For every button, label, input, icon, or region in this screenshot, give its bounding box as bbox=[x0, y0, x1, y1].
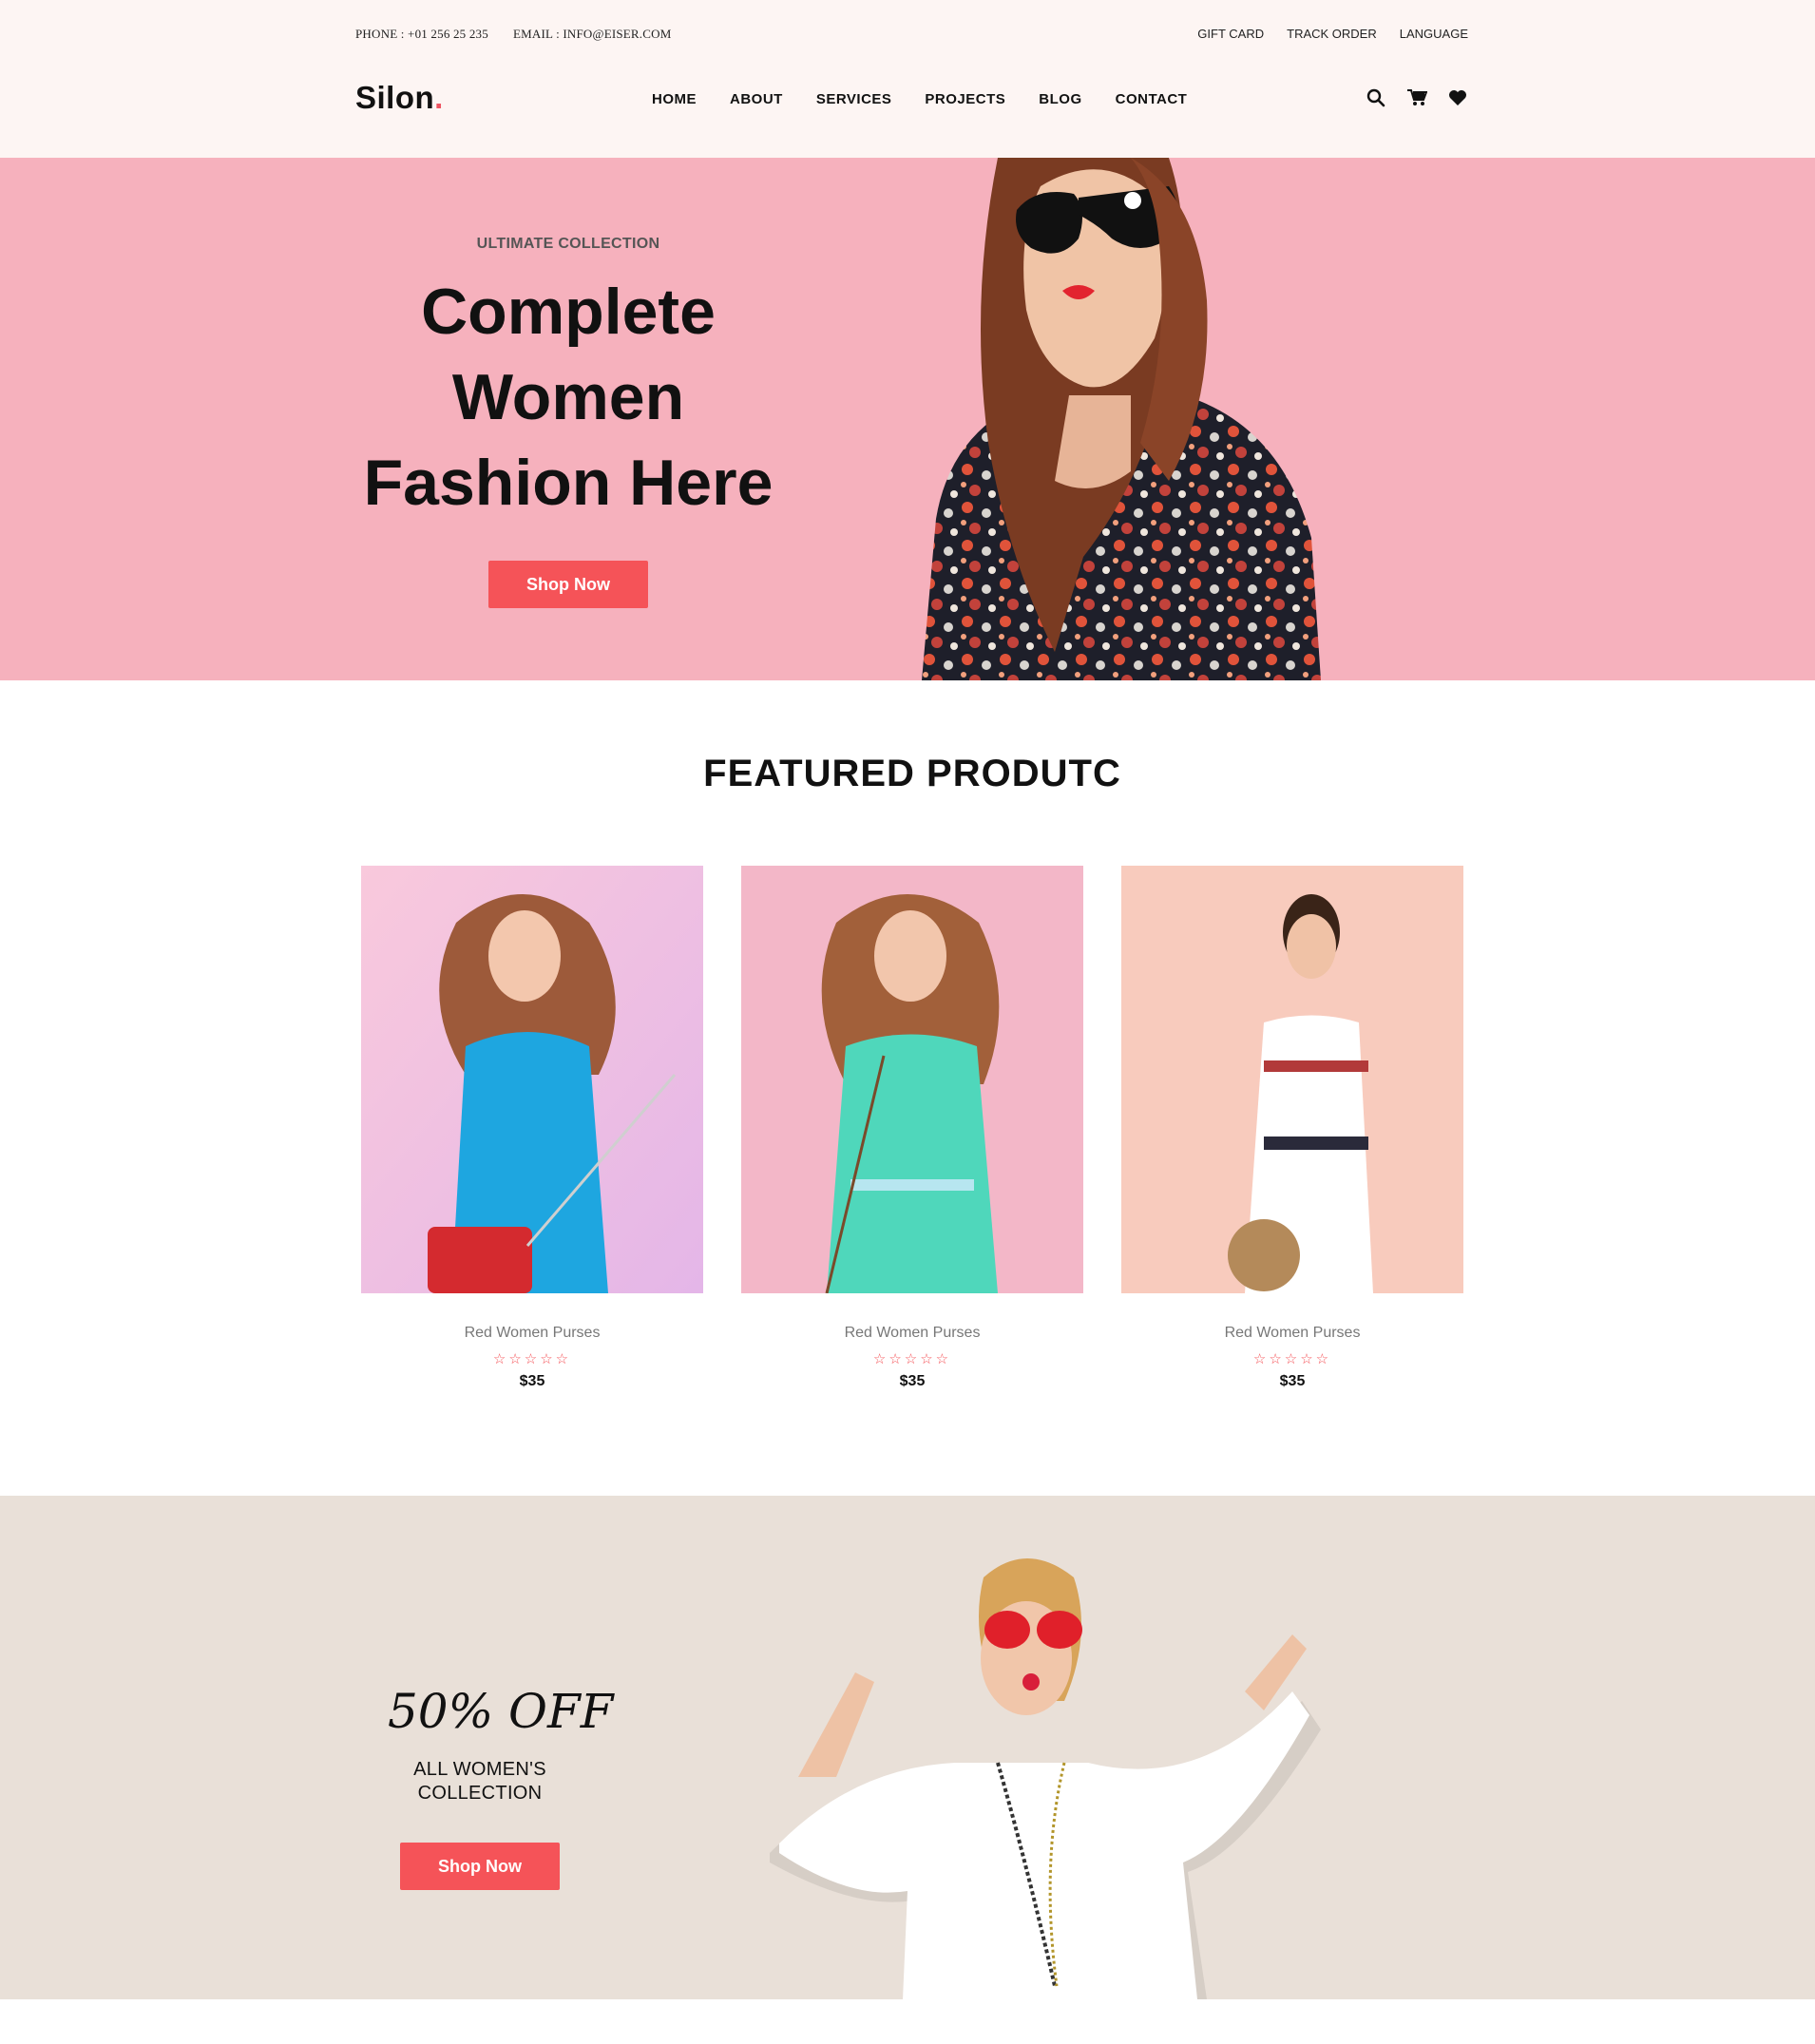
product-name[interactable]: Red Women Purses bbox=[741, 1325, 1083, 1342]
promo-subtitle: ALL WOMEN'S COLLECTION bbox=[376, 1758, 583, 1805]
product-card[interactable]: Red Women Purses ☆☆☆☆☆ $35 bbox=[1121, 866, 1463, 1390]
product-image bbox=[1121, 866, 1463, 1293]
phone-text: PHONE : +01 256 25 235 bbox=[355, 27, 488, 41]
heart-icon[interactable] bbox=[1448, 89, 1467, 106]
product-rating: ☆☆☆☆☆ bbox=[492, 1351, 572, 1367]
product-name[interactable]: Red Women Purses bbox=[361, 1325, 703, 1342]
product-price: $35 bbox=[1279, 1373, 1306, 1389]
track-order-link[interactable]: TRACK ORDER bbox=[1287, 27, 1377, 41]
hero-title: Complete Women Fashion Here bbox=[327, 269, 810, 525]
logo-dot: . bbox=[434, 80, 444, 115]
promo-subtitle-line: ALL WOMEN'S bbox=[413, 1759, 546, 1780]
product-rating: ☆☆☆☆☆ bbox=[1252, 1351, 1332, 1367]
email-text: EMAIL : INFO@EISER.COM bbox=[513, 27, 672, 41]
nav-projects[interactable]: PROJECTS bbox=[925, 91, 1005, 107]
hero-title-line: Complete bbox=[421, 276, 716, 348]
gift-card-link[interactable]: GIFT CARD bbox=[1197, 27, 1264, 41]
product-name[interactable]: Red Women Purses bbox=[1121, 1325, 1463, 1342]
product-price: $35 bbox=[519, 1373, 545, 1389]
logo[interactable]: Silon. bbox=[355, 80, 444, 116]
hero-title-line: Women bbox=[451, 361, 685, 433]
top-links: GIFT CARD TRACK ORDER LANGUAGE bbox=[1197, 27, 1468, 41]
product-card[interactable]: Red Women Purses ☆☆☆☆☆ $35 bbox=[741, 866, 1083, 1390]
promo-model-image bbox=[770, 1558, 1321, 1999]
nav-home[interactable]: HOME bbox=[652, 91, 697, 107]
product-image bbox=[741, 866, 1083, 1294]
product-rating: ☆☆☆☆☆ bbox=[872, 1351, 952, 1367]
language-link[interactable]: LANGUAGE bbox=[1400, 27, 1468, 41]
product-image bbox=[361, 866, 703, 1293]
nav-contact[interactable]: CONTACT bbox=[1116, 91, 1188, 107]
main-nav: HOME ABOUT SERVICES PROJECTS BLOG CONTAC… bbox=[652, 91, 1187, 107]
hero-eyebrow: ULTIMATE COLLECTION bbox=[476, 236, 660, 252]
promo-subtitle-line: COLLECTION bbox=[417, 1783, 543, 1804]
promo-headline: 50% OFF bbox=[388, 1684, 614, 1739]
nav-blog[interactable]: BLOG bbox=[1039, 91, 1081, 107]
search-icon[interactable] bbox=[1366, 88, 1385, 107]
header-icons bbox=[1366, 88, 1467, 107]
nav-services[interactable]: SERVICES bbox=[816, 91, 892, 107]
cart-icon[interactable] bbox=[1406, 88, 1427, 107]
featured-title: FEATURED PRODUTC bbox=[703, 753, 1121, 794]
product-price: $35 bbox=[899, 1373, 926, 1389]
nav-about[interactable]: ABOUT bbox=[730, 91, 783, 107]
logo-text: Silon bbox=[355, 80, 435, 115]
promo-shop-now-button[interactable]: Shop Now bbox=[400, 1843, 560, 1890]
hero-shop-now-button[interactable]: Shop Now bbox=[488, 561, 648, 608]
header: PHONE : +01 256 25 235 EMAIL : INFO@EISE… bbox=[0, 0, 1815, 158]
hero-title-line: Fashion Here bbox=[363, 447, 774, 519]
product-card[interactable]: Red Women Purses ☆☆☆☆☆ $35 bbox=[361, 866, 703, 1390]
